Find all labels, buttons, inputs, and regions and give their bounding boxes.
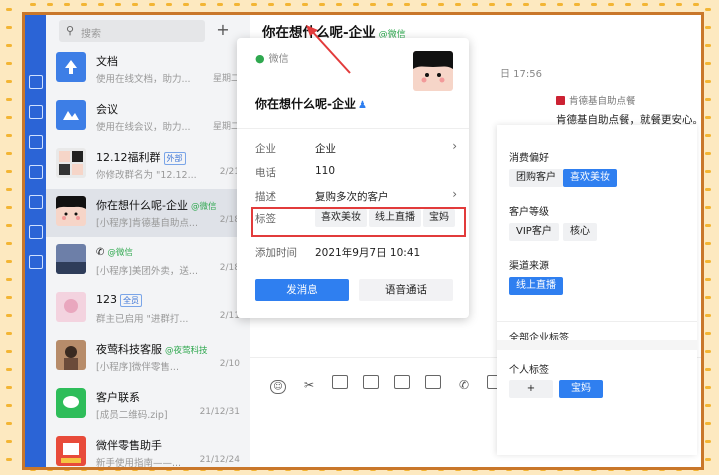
annotation-arrow (306, 25, 351, 74)
decorative-frame: ⚲ 搜索 + 文档 使用在线文档，助力... 星期二 会议 使用在线会议，助力... 星期… (0, 0, 719, 475)
wecom-window: ⚲ 搜索 + 文档 使用在线文档，助力... 星期二 会议 使用在线会议，助力... 星期… (22, 12, 704, 470)
